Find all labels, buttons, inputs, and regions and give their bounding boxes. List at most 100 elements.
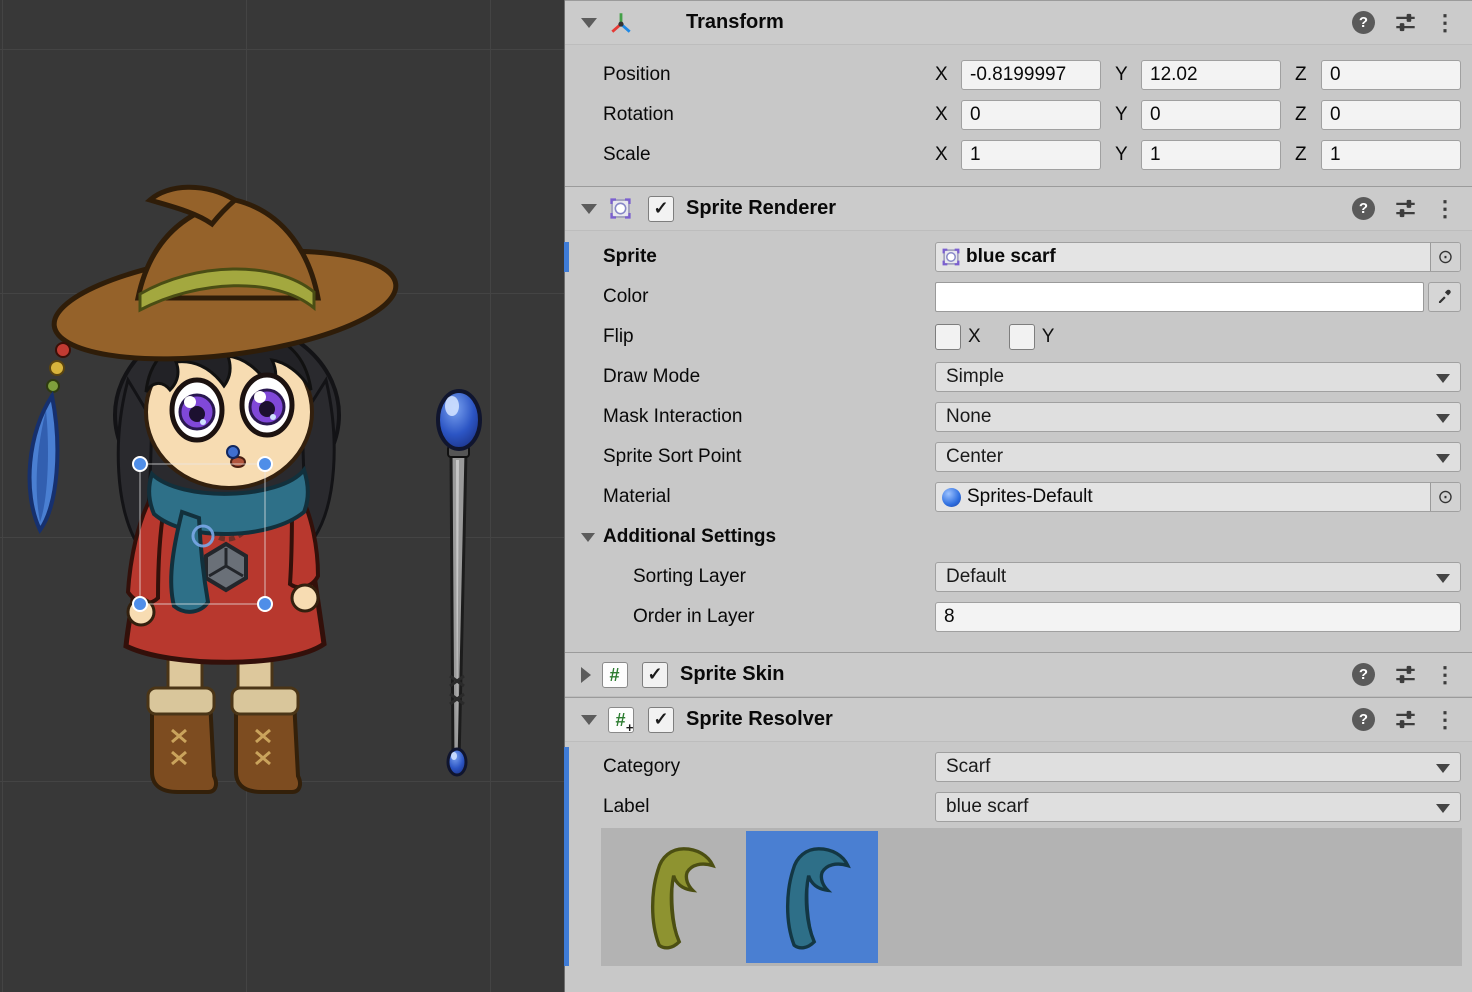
eyedropper-button[interactable]	[1428, 282, 1461, 312]
foldout-open-icon[interactable]	[581, 204, 597, 214]
presets-icon[interactable]	[1394, 663, 1417, 686]
foldout-open-icon[interactable]	[581, 533, 595, 542]
axis-y-label: Y	[1115, 104, 1141, 126]
sorting-layer-dropdown[interactable]: Default	[935, 562, 1461, 592]
rotation-x-field[interactable]	[961, 100, 1101, 130]
help-icon[interactable]: ?	[1352, 708, 1375, 731]
sprite-resolver-component: #+ ✓ Sprite Resolver ? ⋮ Category	[565, 697, 1472, 992]
label-dropdown[interactable]: blue scarf	[935, 792, 1461, 822]
help-icon[interactable]: ?	[1352, 663, 1375, 686]
more-menu-icon[interactable]: ⋮	[1434, 663, 1456, 686]
eyedropper-icon	[1435, 288, 1454, 307]
sprite-thumbnail-blue-scarf[interactable]	[746, 831, 878, 963]
override-indicator-sprite	[564, 242, 569, 272]
axis-x-label: X	[935, 144, 961, 166]
presets-icon[interactable]	[1394, 11, 1417, 34]
sprite-value: blue scarf	[966, 246, 1430, 268]
color-row: Color	[565, 277, 1461, 317]
draw-mode-row: Draw Mode Simple	[565, 357, 1461, 397]
rotation-y-field[interactable]	[1141, 100, 1281, 130]
sprite-label: Sprite	[603, 246, 935, 268]
material-row: Material Sprites-Default ⊙	[565, 477, 1461, 517]
sprite-sort-point-dropdown[interactable]: Center	[935, 442, 1461, 472]
position-x-field[interactable]	[961, 60, 1101, 90]
foldout-open-icon[interactable]	[581, 18, 597, 28]
foldout-closed-icon[interactable]	[581, 667, 591, 683]
chevron-down-icon	[1436, 764, 1450, 773]
scale-x-field[interactable]	[961, 140, 1101, 170]
sorting-layer-value: Default	[946, 566, 1006, 588]
script-plus-icon: #+	[607, 706, 634, 733]
more-menu-icon[interactable]: ⋮	[1434, 197, 1456, 220]
component-enabled-checkbox[interactable]: ✓	[648, 707, 674, 733]
flip-row: Flip X Y	[565, 317, 1461, 357]
sprite-sort-point-value: Center	[946, 446, 1003, 468]
additional-settings-foldout[interactable]: Additional Settings	[565, 517, 1461, 557]
order-in-layer-label: Order in Layer	[603, 606, 935, 628]
sprite-thumbnail-green-scarf[interactable]	[611, 831, 743, 963]
scene-view[interactable]	[0, 0, 564, 992]
position-label: Position	[603, 64, 935, 86]
sprite-renderer-component: ✓ Sprite Renderer ? ⋮ Sprite	[565, 186, 1472, 652]
staff-sprite	[438, 391, 480, 775]
material-object-field[interactable]: Sprites-Default ⊙	[935, 482, 1461, 512]
help-icon[interactable]: ?	[1352, 197, 1375, 220]
sprite-row: Sprite blue scarf ⊙	[565, 237, 1461, 277]
flip-y-checkbox[interactable]	[1009, 324, 1035, 350]
order-in-layer-row: Order in Layer	[565, 597, 1461, 637]
flip-label: Flip	[603, 326, 935, 348]
sprite-renderer-header[interactable]: ✓ Sprite Renderer ? ⋮	[565, 186, 1472, 231]
component-enabled-checkbox[interactable]: ✓	[642, 662, 668, 688]
flip-y-label: Y	[1042, 326, 1055, 348]
sprite-skin-header[interactable]: # ✓ Sprite Skin ? ⋮	[565, 652, 1472, 697]
green-scarf-image	[621, 837, 733, 957]
axis-y-label: Y	[1115, 144, 1141, 166]
foldout-open-icon[interactable]	[581, 715, 597, 725]
help-icon[interactable]: ?	[1352, 11, 1375, 34]
position-z-field[interactable]	[1321, 60, 1461, 90]
inspector-bottom-spacer	[565, 966, 1472, 992]
more-menu-icon[interactable]: ⋮	[1434, 11, 1456, 34]
sprite-variant-strip	[601, 828, 1462, 966]
order-in-layer-field[interactable]	[935, 602, 1461, 632]
axis-z-label: Z	[1295, 144, 1321, 166]
sprite-resolver-header[interactable]: #+ ✓ Sprite Resolver ? ⋮	[565, 697, 1472, 742]
draw-mode-dropdown[interactable]: Simple	[935, 362, 1461, 392]
transform-header[interactable]: Transform ? ⋮	[565, 0, 1472, 45]
flip-x-label: X	[968, 326, 981, 348]
transform-component: Transform ? ⋮ Position X	[565, 0, 1472, 186]
mask-interaction-row: Mask Interaction None	[565, 397, 1461, 437]
more-menu-icon[interactable]: ⋮	[1434, 708, 1456, 731]
label-row: Label blue scarf	[565, 787, 1461, 827]
component-title: Transform	[686, 11, 784, 34]
chevron-down-icon	[1436, 574, 1450, 583]
position-y-field[interactable]	[1141, 60, 1281, 90]
sprite-sort-point-row: Sprite Sort Point Center	[565, 437, 1461, 477]
presets-icon[interactable]	[1394, 708, 1417, 731]
object-picker-icon[interactable]: ⊙	[1430, 243, 1460, 271]
color-label: Color	[603, 286, 935, 308]
component-title: Sprite Skin	[680, 663, 784, 686]
component-title: Sprite Resolver	[686, 708, 833, 731]
rotation-z-field[interactable]	[1321, 100, 1461, 130]
material-icon	[942, 488, 961, 507]
color-swatch[interactable]	[935, 282, 1424, 312]
scale-y-field[interactable]	[1141, 140, 1281, 170]
script-icon: #	[601, 661, 628, 688]
flip-x-checkbox[interactable]	[935, 324, 961, 350]
sprite-object-field[interactable]: blue scarf ⊙	[935, 242, 1461, 272]
object-picker-icon[interactable]: ⊙	[1430, 483, 1460, 511]
inspector-panel: Transform ? ⋮ Position X	[564, 0, 1472, 992]
transform-icon	[607, 9, 634, 36]
presets-icon[interactable]	[1394, 197, 1417, 220]
chevron-down-icon	[1436, 804, 1450, 813]
component-enabled-checkbox[interactable]: ✓	[648, 196, 674, 222]
scene-canvas	[0, 0, 564, 992]
material-label: Material	[603, 486, 935, 508]
category-dropdown[interactable]: Scarf	[935, 752, 1461, 782]
axis-z-label: Z	[1295, 64, 1321, 86]
scale-z-field[interactable]	[1321, 140, 1461, 170]
sorting-layer-row: Sorting Layer Default	[565, 557, 1461, 597]
mask-interaction-dropdown[interactable]: None	[935, 402, 1461, 432]
mask-interaction-value: None	[946, 406, 991, 428]
